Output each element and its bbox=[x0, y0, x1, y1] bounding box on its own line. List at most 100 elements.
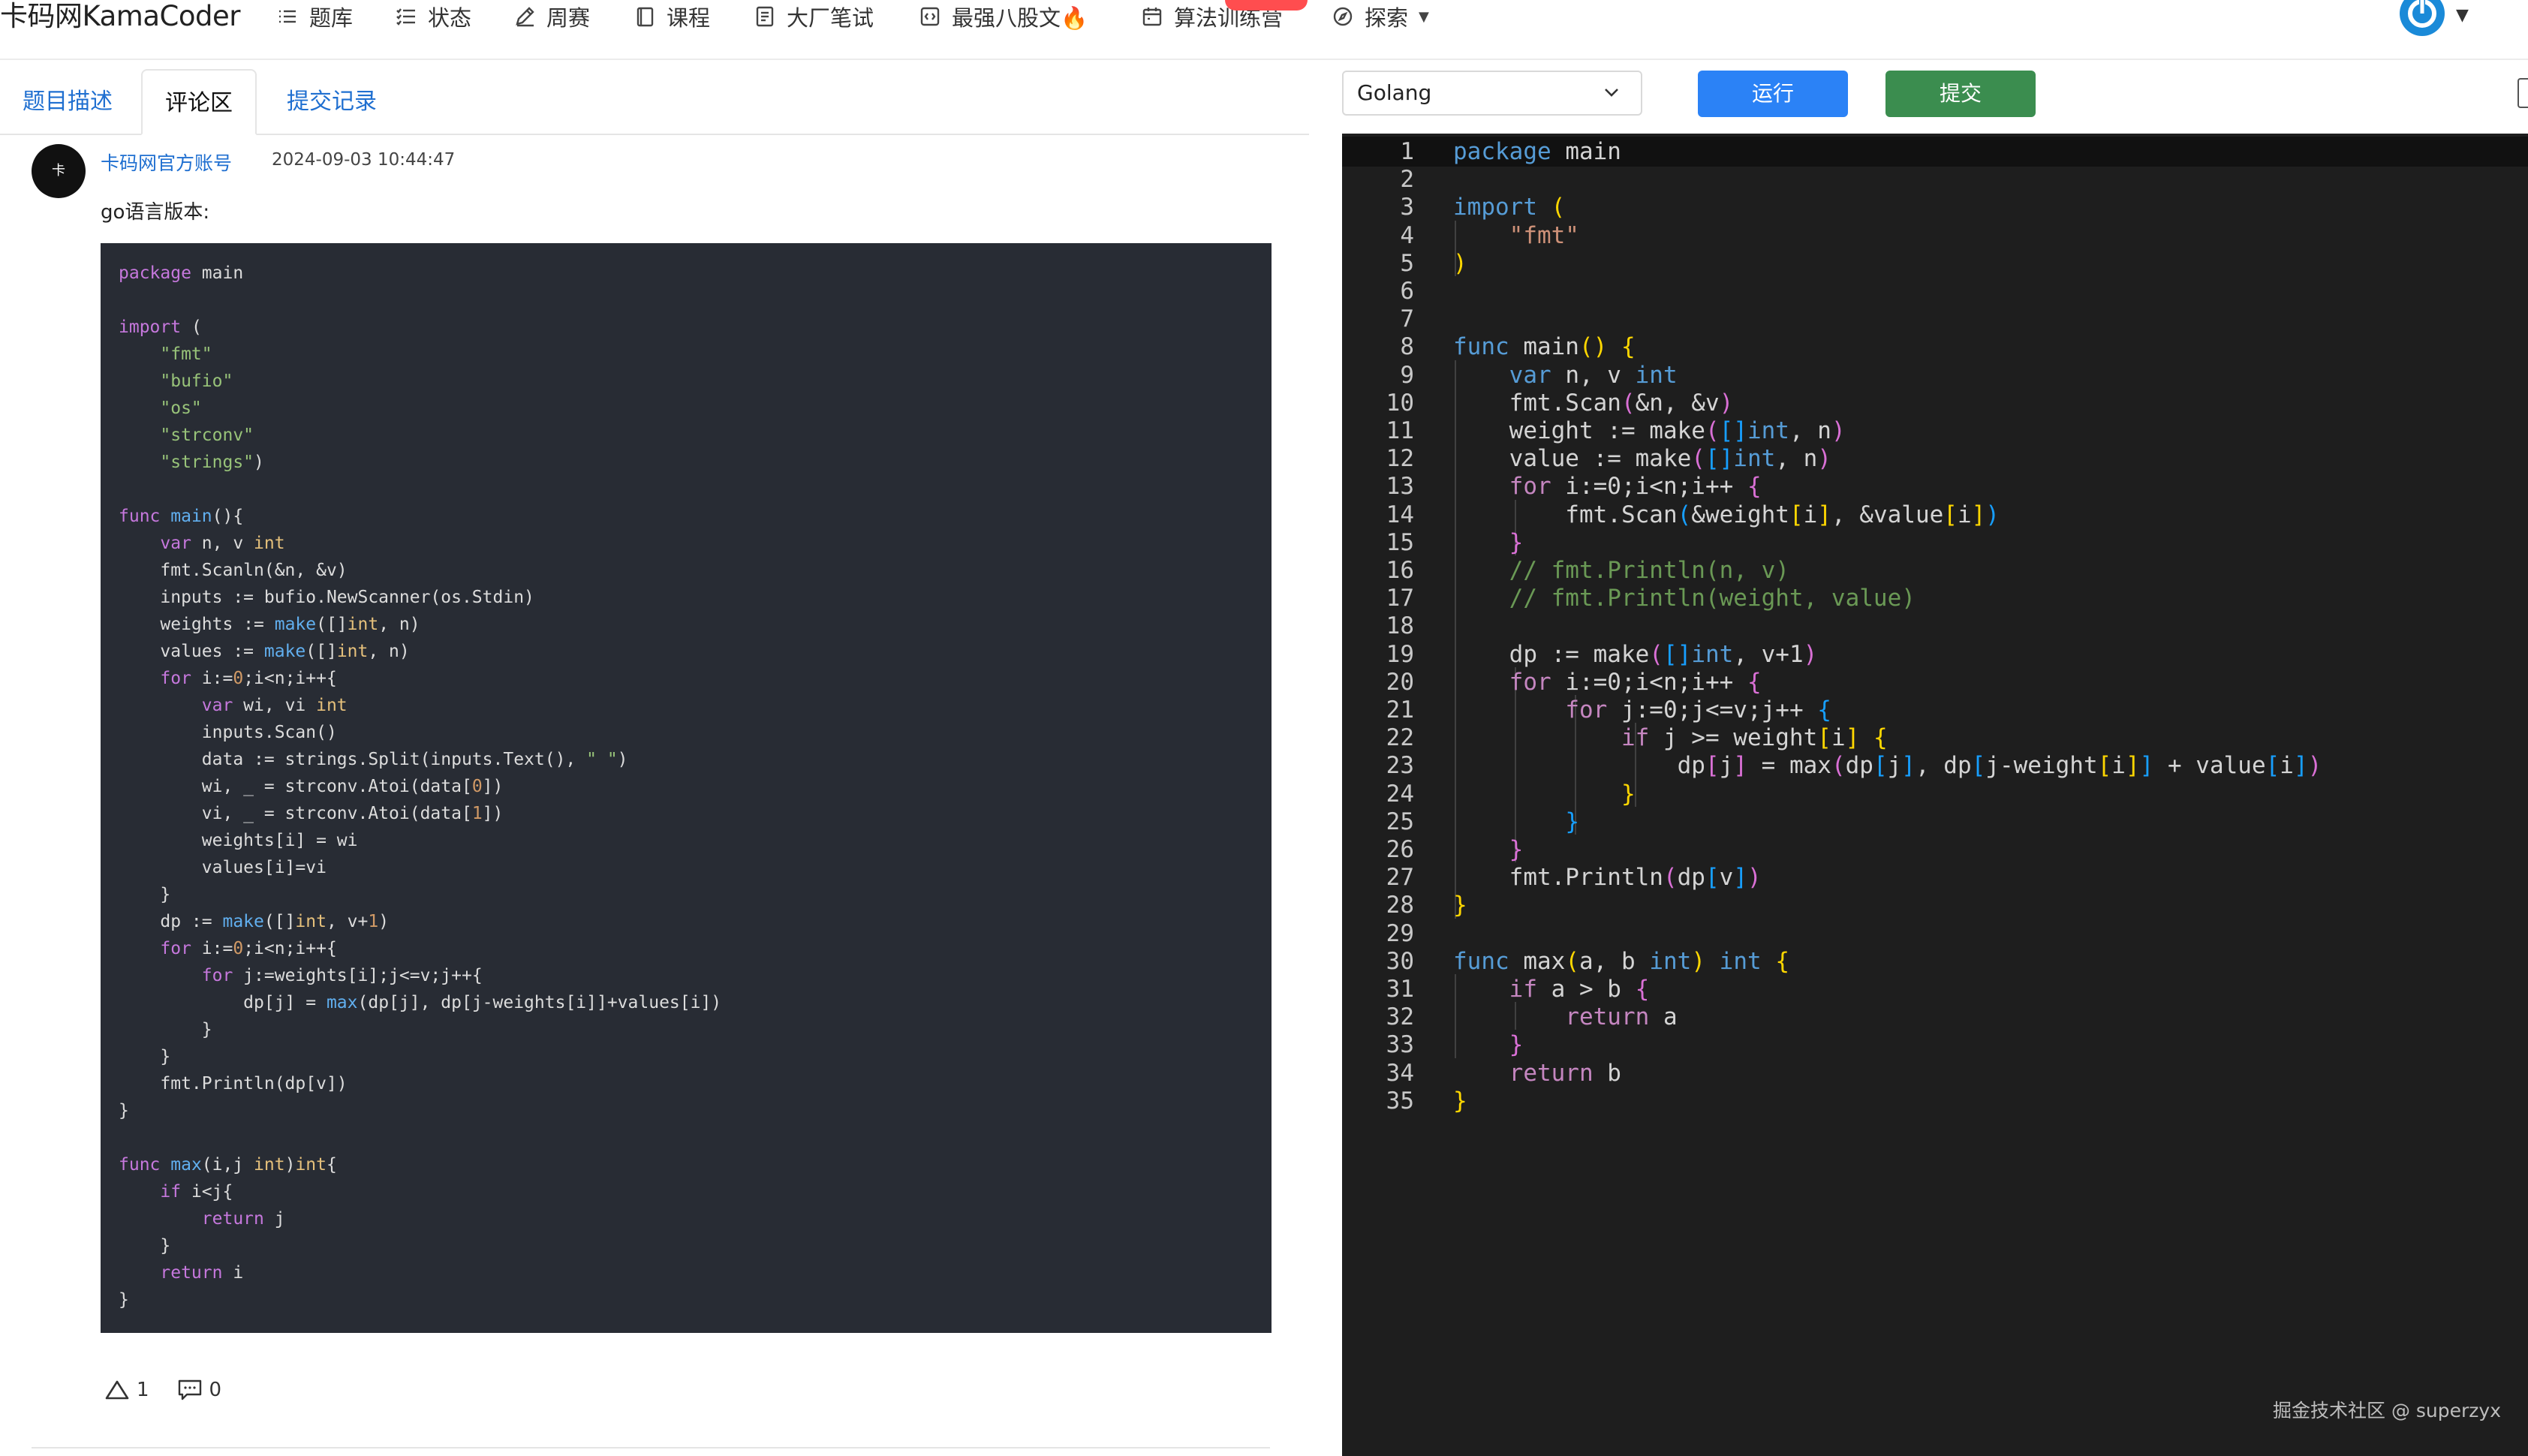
code-line: return j bbox=[201, 1209, 285, 1229]
editor-line[interactable]: 29 bbox=[1342, 919, 2528, 949]
user-menu-caret-icon[interactable]: ▼ bbox=[2456, 6, 2469, 25]
editor-line[interactable]: 32 return a bbox=[1342, 1002, 2528, 1032]
editor-line[interactable]: 7 bbox=[1342, 304, 2528, 334]
editor-line[interactable]: 21 for j:=0;j<=v;j++ { bbox=[1342, 695, 2528, 725]
line-number: 35 bbox=[1386, 1087, 1414, 1115]
top-navbar: 卡码网KamaCoder 题库 状态 周赛 课程 大厂笔试 最强八股文🔥 算法训… bbox=[0, 0, 2528, 60]
tab-description[interactable]: 题目描述 bbox=[0, 69, 135, 134]
nav-item-problems[interactable]: 题库 bbox=[276, 0, 353, 33]
book-icon bbox=[634, 5, 656, 28]
editor-line[interactable]: 10 fmt.Scan(&n, &v) bbox=[1342, 388, 2528, 418]
line-number: 34 bbox=[1386, 1059, 1414, 1087]
code-line: fmt.Println(dp[v]) bbox=[119, 1074, 348, 1094]
editor-toolbar: Golang 运行 提交 bbox=[1342, 69, 2528, 132]
editor-line[interactable]: 1 package main bbox=[1342, 137, 2528, 167]
line-number: 18 bbox=[1386, 612, 1414, 640]
site-logo[interactable]: 卡码网KamaCoder bbox=[0, 0, 240, 33]
nav-item-status[interactable]: 状态 bbox=[395, 0, 471, 33]
line-number: 6 bbox=[1400, 278, 1414, 305]
editor-line[interactable]: 34 return b bbox=[1342, 1058, 2528, 1088]
code-line: "bufio" bbox=[160, 372, 233, 391]
code-line: import ( bbox=[119, 317, 202, 337]
editor-line[interactable]: 25 } bbox=[1342, 807, 2528, 837]
nav-item-explore[interactable]: 探索 ▼ bbox=[1332, 0, 1429, 33]
editor-line[interactable]: 30 func max(a, b int) int { bbox=[1342, 946, 2528, 976]
line-number: 21 bbox=[1386, 696, 1414, 723]
nav-label: 周赛 bbox=[546, 5, 591, 31]
editor-line[interactable]: 33 } bbox=[1342, 1030, 2528, 1060]
chevron-down-icon bbox=[1605, 89, 1618, 97]
editor-line[interactable]: 16 // fmt.Println(n, v) bbox=[1342, 555, 2528, 585]
editor-line[interactable]: 26 } bbox=[1342, 835, 2528, 865]
submit-button[interactable]: 提交 bbox=[1885, 71, 2036, 117]
avatar[interactable]: 卡 bbox=[32, 144, 86, 198]
editor-code-text: } bbox=[1453, 1087, 1467, 1115]
comment-code-block: package main import ( "fmt" "bufio" "os" … bbox=[101, 243, 1272, 1333]
reply-button[interactable]: 0 bbox=[176, 1378, 221, 1402]
nav-label: 大厂笔试 bbox=[787, 5, 874, 31]
editor-line[interactable]: 27 fmt.Println(dp[v]) bbox=[1342, 862, 2528, 892]
editor-line[interactable]: 17 // fmt.Println(weight, value) bbox=[1342, 583, 2528, 613]
code-line: for j:=weights[i];j<=v;j++{ bbox=[201, 966, 483, 985]
editor-line[interactable]: 12 value := make([]int, n) bbox=[1342, 444, 2528, 474]
watermark: 掘金技术社区 @ superzyx bbox=[2273, 1400, 2502, 1421]
editor-line[interactable]: 8 func main() { bbox=[1342, 332, 2528, 362]
editor-line[interactable]: 24 } bbox=[1342, 779, 2528, 809]
nav-item-weekly-contest[interactable]: 周赛 bbox=[513, 0, 590, 33]
editor-line[interactable]: 23 dp[j] = max(dp[j], dp[j-weight[i]] + … bbox=[1342, 751, 2528, 781]
code-line: } bbox=[119, 1020, 212, 1039]
nav-item-company-exams[interactable]: 大厂笔试 bbox=[754, 0, 874, 33]
triangle-up-icon bbox=[105, 1380, 129, 1400]
code-line: weights[i] = wi bbox=[119, 831, 358, 850]
list-icon bbox=[276, 5, 299, 28]
code-line: values := make([]int, n) bbox=[119, 642, 410, 661]
editor-code-text: if a > b { bbox=[1509, 976, 1650, 1003]
tab-submissions[interactable]: 提交记录 bbox=[264, 69, 399, 134]
divider bbox=[32, 1447, 1270, 1448]
editor-line[interactable]: 15 } bbox=[1342, 528, 2528, 558]
user-avatar-button[interactable] bbox=[2396, 0, 2448, 38]
code-editor[interactable]: 1 package main 2 3 import (4 "fmt" 5) 6 7 8 func … bbox=[1342, 134, 2528, 1456]
line-number: 27 bbox=[1386, 864, 1414, 892]
editor-line[interactable]: 19 dp := make([]int, v+1) bbox=[1342, 639, 2528, 669]
editor-line[interactable]: 22 if j >= weight[i] { bbox=[1342, 723, 2528, 753]
line-number: 17 bbox=[1386, 585, 1414, 612]
editor-code-text: } bbox=[1509, 528, 1524, 556]
like-button[interactable]: 1 bbox=[104, 1378, 149, 1402]
document-icon bbox=[754, 5, 776, 28]
tab-comments[interactable]: 评论区 bbox=[141, 69, 257, 135]
editor-line[interactable]: 28} bbox=[1342, 890, 2528, 920]
language-select[interactable]: Golang bbox=[1342, 71, 1642, 116]
run-button[interactable]: 运行 bbox=[1698, 71, 1848, 117]
editor-line[interactable]: 11 weight := make([]int, n) bbox=[1342, 416, 2528, 446]
editor-line[interactable]: 20 for i:=0;i<n;i++ { bbox=[1342, 667, 2528, 697]
code-line: "fmt" bbox=[160, 344, 212, 364]
nav-label: 课程 bbox=[667, 5, 711, 31]
editor-line[interactable]: 13 for i:=0;i<n;i++ { bbox=[1342, 471, 2528, 501]
line-number: 31 bbox=[1386, 976, 1414, 1003]
comment-author[interactable]: 卡码网官方账号 bbox=[101, 149, 232, 176]
editor-line[interactable]: 9 var n, v int bbox=[1342, 360, 2528, 390]
editor-line[interactable]: 31 if a > b { bbox=[1342, 974, 2528, 1004]
editor-line[interactable]: 3 import ( bbox=[1342, 192, 2528, 222]
pencil-icon bbox=[513, 5, 536, 28]
editor-line[interactable]: 2 bbox=[1342, 164, 2528, 194]
nav-item-interview-notes[interactable]: 最强八股文🔥 bbox=[919, 0, 1088, 33]
panel-toggle-icon[interactable] bbox=[2517, 78, 2528, 108]
editor-code-text: for i:=0;i<n;i++ { bbox=[1509, 473, 1762, 501]
editor-line[interactable]: 4 "fmt" bbox=[1342, 221, 2528, 251]
problem-tabs: 题目描述 评论区 提交记录 bbox=[0, 69, 1309, 135]
editor-line[interactable]: 18 bbox=[1342, 611, 2528, 641]
editor-line[interactable]: 5) bbox=[1342, 248, 2528, 278]
editor-line[interactable]: 14 fmt.Scan(&weight[i], &value[i]) bbox=[1342, 500, 2528, 530]
code-line: weights := make([]int, n) bbox=[119, 615, 420, 634]
code-line: values[i]=vi bbox=[119, 858, 327, 877]
editor-line[interactable]: 35} bbox=[1342, 1086, 2528, 1116]
code-line: "strconv" bbox=[160, 426, 254, 445]
editor-code-text: import ( bbox=[1453, 194, 1566, 221]
editor-line[interactable]: 6 bbox=[1342, 276, 2528, 306]
line-number: 10 bbox=[1386, 389, 1414, 417]
nav-item-courses[interactable]: 课程 bbox=[634, 0, 710, 33]
line-number: 12 bbox=[1386, 445, 1414, 473]
